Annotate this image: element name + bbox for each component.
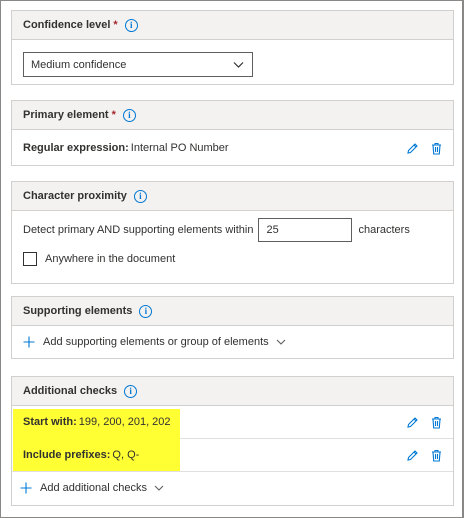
row-actions bbox=[405, 406, 443, 438]
confidence-level-section: Confidence level * i Medium confidence bbox=[11, 10, 454, 85]
check-value: Q, Q- bbox=[112, 449, 140, 461]
info-icon[interactable]: i bbox=[133, 189, 147, 203]
delete-icon[interactable] bbox=[429, 141, 443, 155]
chevron-down-icon bbox=[276, 339, 286, 345]
primary-element-section: Primary element * i Regular expression: … bbox=[11, 100, 454, 166]
required-marker: * bbox=[111, 109, 116, 121]
add-supporting-label: Add supporting elements or group of elem… bbox=[43, 336, 269, 348]
confidence-level-dropdown[interactable]: Medium confidence bbox=[23, 52, 253, 77]
info-icon[interactable]: i bbox=[124, 384, 138, 398]
section-title: Character proximity bbox=[23, 190, 127, 202]
section-header: Supporting elements i bbox=[12, 297, 453, 326]
section-title: Primary element bbox=[23, 109, 109, 121]
check-value: 199, 200, 201, 202 bbox=[78, 416, 171, 428]
character-proximity-section: Character proximity i Detect primary AND… bbox=[11, 181, 454, 284]
info-icon[interactable]: i bbox=[124, 18, 138, 32]
chevron-down-icon bbox=[154, 485, 164, 491]
dropdown-selected-value: Medium confidence bbox=[31, 58, 127, 71]
section-title: Additional checks bbox=[23, 385, 118, 397]
proximity-suffix-text: characters bbox=[358, 224, 410, 236]
delete-icon[interactable] bbox=[429, 448, 443, 462]
anywhere-row: Anywhere in the document bbox=[12, 249, 453, 269]
primary-element-value: Internal PO Number bbox=[130, 142, 229, 154]
add-additional-checks-button[interactable]: Add additional checks bbox=[12, 472, 453, 504]
section-header: Primary element * i bbox=[12, 101, 453, 130]
primary-element-row: Regular expression: Internal PO Number bbox=[12, 130, 453, 166]
edit-icon[interactable] bbox=[405, 448, 419, 462]
anywhere-label[interactable]: Anywhere in the document bbox=[45, 253, 175, 265]
proximity-row: Detect primary AND supporting elements w… bbox=[12, 211, 453, 249]
check-label: Start with: bbox=[23, 416, 77, 428]
supporting-elements-section: Supporting elements i Add supporting ele… bbox=[11, 296, 454, 359]
additional-check-row: Include prefixes: Q, Q- bbox=[12, 439, 453, 471]
additional-checks-section: Additional checks i Start with: 199, 200… bbox=[11, 376, 454, 506]
section-title: Confidence level bbox=[23, 19, 111, 31]
primary-element-label: Regular expression: bbox=[23, 142, 129, 154]
chevron-down-icon bbox=[233, 62, 244, 68]
delete-icon[interactable] bbox=[429, 415, 443, 429]
check-label: Include prefixes: bbox=[23, 449, 111, 461]
anywhere-checkbox[interactable] bbox=[23, 252, 37, 266]
add-supporting-elements-button[interactable]: Add supporting elements or group of elem… bbox=[12, 326, 453, 358]
row-actions bbox=[405, 439, 443, 471]
section-header: Additional checks i bbox=[12, 377, 453, 406]
section-header: Confidence level * i bbox=[12, 11, 453, 40]
proximity-characters-input[interactable]: 25 bbox=[258, 218, 353, 242]
edit-icon[interactable] bbox=[405, 415, 419, 429]
info-icon[interactable]: i bbox=[122, 108, 136, 122]
plus-icon bbox=[20, 482, 32, 494]
required-marker: * bbox=[113, 19, 118, 31]
proximity-prefix-text: Detect primary AND supporting elements w… bbox=[23, 224, 254, 236]
additional-check-row: Start with: 199, 200, 201, 202 bbox=[12, 406, 453, 438]
plus-icon bbox=[23, 336, 35, 348]
section-header: Character proximity i bbox=[12, 182, 453, 211]
add-additional-label: Add additional checks bbox=[40, 482, 148, 494]
section-title: Supporting elements bbox=[23, 305, 133, 317]
proximity-value: 25 bbox=[266, 224, 279, 236]
info-icon[interactable]: i bbox=[139, 304, 153, 318]
edit-icon[interactable] bbox=[405, 141, 419, 155]
row-actions bbox=[405, 130, 443, 166]
